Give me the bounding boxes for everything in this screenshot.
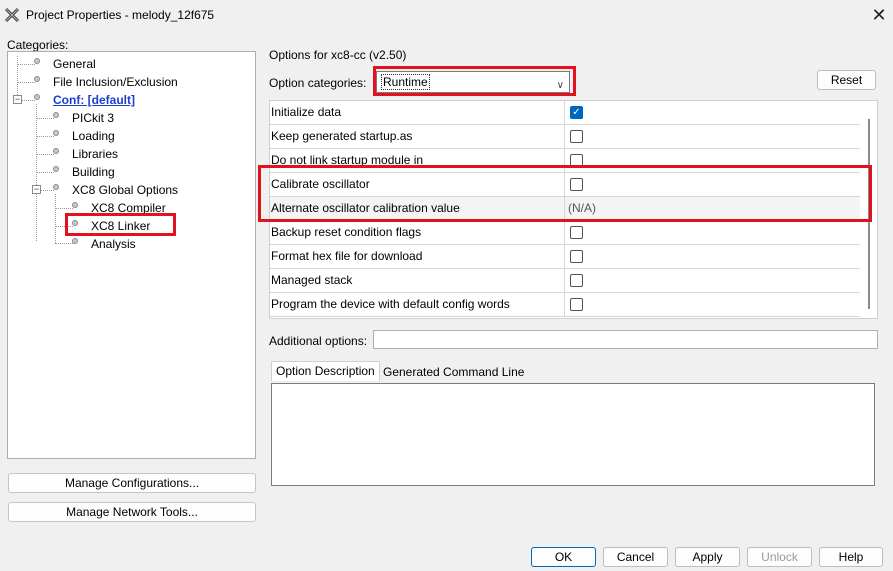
- option-row-default-config-words[interactable]: Program the device with default config w…: [270, 293, 860, 317]
- option-name: Program the device with default config w…: [271, 297, 510, 311]
- highlight-box-option-category: [373, 66, 576, 96]
- node-bullet-icon: [53, 112, 59, 118]
- categories-label: Categories:: [7, 38, 69, 52]
- tree-item-building[interactable]: Building: [72, 164, 115, 180]
- initialize-data-checkbox[interactable]: ✓: [570, 106, 583, 119]
- help-button[interactable]: Help: [819, 547, 883, 567]
- node-bullet-icon: [34, 94, 40, 100]
- node-bullet-icon: [34, 76, 40, 82]
- additional-options-input[interactable]: [373, 330, 878, 349]
- app-icon: [4, 7, 20, 23]
- ok-button[interactable]: OK: [531, 547, 596, 567]
- option-row-initialize-data[interactable]: Initialize data ✓: [270, 101, 860, 125]
- reset-button[interactable]: Reset: [817, 70, 876, 90]
- tab-generated-command-line[interactable]: Generated Command Line: [379, 363, 528, 383]
- option-name: Keep generated startup.as: [271, 129, 413, 143]
- tree-item-loading[interactable]: Loading: [72, 128, 115, 144]
- options-for-label: Options for xc8-cc (v2.50): [269, 48, 407, 62]
- tree-item-analysis[interactable]: Analysis: [91, 236, 136, 252]
- close-icon[interactable]: ✕: [868, 4, 890, 26]
- collapse-conf-icon[interactable]: −: [13, 95, 22, 104]
- default-config-words-checkbox[interactable]: [570, 298, 583, 311]
- keep-startup-checkbox[interactable]: [570, 130, 583, 143]
- tab-option-description[interactable]: Option Description: [271, 361, 380, 381]
- backup-reset-checkbox[interactable]: [570, 226, 583, 239]
- tree-item-file-inclusion[interactable]: File Inclusion/Exclusion: [53, 74, 178, 90]
- managed-stack-checkbox[interactable]: [570, 274, 583, 287]
- highlight-box-oscillator-rows: [258, 165, 872, 222]
- option-row-format-hex[interactable]: Format hex file for download: [270, 245, 860, 269]
- additional-options-label: Additional options:: [269, 334, 368, 348]
- option-name: Backup reset condition flags: [271, 225, 422, 239]
- apply-button[interactable]: Apply: [675, 547, 740, 567]
- option-name: Format hex file for download: [271, 249, 423, 263]
- categories-tree: − − General File Inclusion/Exclusion Con…: [7, 51, 256, 459]
- node-bullet-icon: [34, 58, 40, 64]
- highlight-box-xc8-linker: [65, 213, 176, 236]
- option-row-managed-stack[interactable]: Managed stack: [270, 269, 860, 293]
- manage-configurations-button[interactable]: Manage Configurations...: [8, 473, 256, 493]
- option-row-keep-startup[interactable]: Keep generated startup.as: [270, 125, 860, 149]
- node-bullet-icon: [53, 184, 59, 190]
- unlock-button: Unlock: [747, 547, 812, 567]
- option-row-backup-reset[interactable]: Backup reset condition flags: [270, 221, 860, 245]
- node-bullet-icon: [53, 166, 59, 172]
- node-bullet-icon: [53, 130, 59, 136]
- option-categories-label: Option categories:: [269, 76, 367, 90]
- tree-item-conf-default[interactable]: Conf: [default]: [53, 92, 135, 108]
- manage-network-tools-button[interactable]: Manage Network Tools...: [8, 502, 256, 522]
- format-hex-checkbox[interactable]: [570, 250, 583, 263]
- cancel-button[interactable]: Cancel: [603, 547, 668, 567]
- collapse-xc8-global-icon[interactable]: −: [32, 185, 41, 194]
- node-bullet-icon: [72, 238, 78, 244]
- tree-item-xc8-global-options[interactable]: XC8 Global Options: [72, 182, 178, 198]
- description-panel: [271, 383, 875, 486]
- node-bullet-icon: [72, 202, 78, 208]
- window-title: Project Properties - melody_12f675: [26, 8, 215, 22]
- tree-item-pickit3[interactable]: PICkit 3: [72, 110, 114, 126]
- node-bullet-icon: [53, 148, 59, 154]
- option-name: Managed stack: [271, 273, 353, 287]
- tree-item-general[interactable]: General: [53, 56, 96, 72]
- tree-item-libraries[interactable]: Libraries: [72, 146, 118, 162]
- option-name: Initialize data: [271, 105, 342, 119]
